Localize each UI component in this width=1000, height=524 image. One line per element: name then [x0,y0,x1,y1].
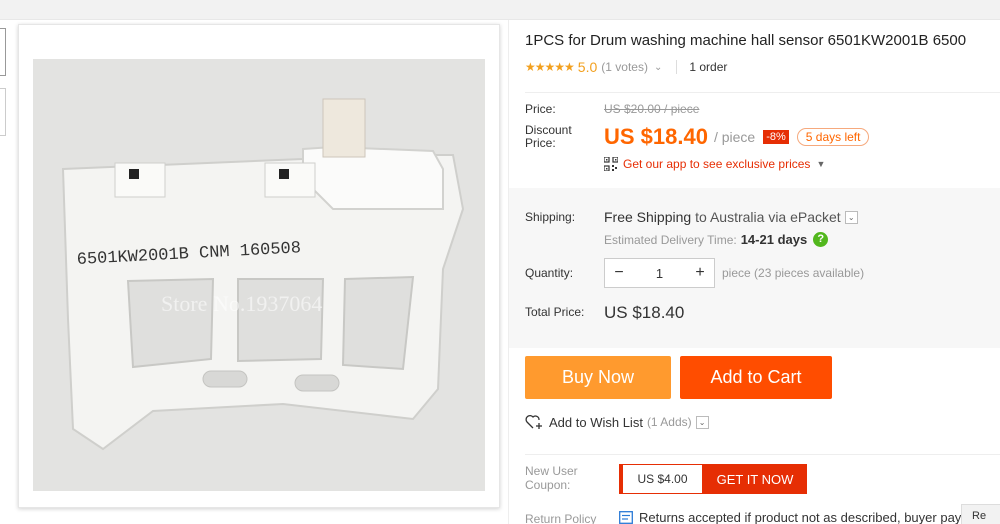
wish-list-link[interactable]: Add to Wish List (1 Adds) ⌄ [525,414,709,430]
get-coupon-button[interactable]: GET IT NOW [703,464,807,494]
qr-code-icon [604,157,618,171]
quantity-label: Quantity: [525,266,574,280]
free-shipping-text: Free Shipping [604,209,692,225]
rating-value: 5.0 [577,59,598,75]
discount-price-label: Discount Price: [525,124,572,150]
add-to-cart-button[interactable]: Add to Cart [680,356,832,399]
divider [676,60,678,74]
availability-text: piece (23 pieces available) [722,266,865,280]
quantity-input[interactable]: 1 [633,266,686,281]
store-watermark: Store No.1937064 [161,291,322,316]
wish-list-text[interactable]: Add to Wish List [549,415,643,430]
price-label: Price: [525,102,556,116]
side-tab[interactable]: Re [961,504,1000,524]
help-icon[interactable]: ? [813,232,829,247]
return-policy: Returns accepted if product not as descr… [619,510,968,524]
rating-stars: ★★★★★ [525,60,575,74]
votes-count[interactable]: (1 votes) [601,60,648,74]
delivery-days: 14-21 days [740,232,808,247]
product-gallery[interactable]: 6501KW2001B CNM 160508 Store No.1937064 [18,24,500,508]
divider [525,454,1000,455]
new-user-coupon[interactable]: US $4.00 GET IT NOW [619,464,807,494]
return-policy-text: Returns accepted if product not as descr… [639,510,968,524]
coupon-label: New User Coupon: [525,464,578,492]
product-photo[interactable]: 6501KW2001B CNM 160508 Store No.1937064 [33,59,485,491]
product-info-panel: 1PCS for Drum washing machine hall senso… [508,20,1000,524]
thumbnail-1[interactable] [0,28,6,76]
original-price: US $20.00 / piece [604,102,700,116]
discount-price-row: US $18.40 / piece -8% 5 days left [604,124,870,150]
thumbnail-2[interactable] [0,88,6,136]
quantity-stepper[interactable]: − 1 + [604,258,715,288]
return-policy-label: Return Policy [525,512,597,524]
return-policy-icon [619,511,633,524]
caret-down-icon[interactable]: ▼ [816,159,825,169]
per-piece-unit: / piece [713,129,756,145]
discount-price: US $18.40 [604,124,708,149]
chevron-down-icon[interactable]: ⌄ [844,210,858,224]
app-promo-text[interactable]: Get our app to see exclusive prices [623,157,810,171]
divider [525,92,1000,93]
hall-sensor-image: 6501KW2001B CNM 160508 Store No.1937064 [33,59,485,491]
product-title: 1PCS for Drum washing machine hall senso… [525,32,967,49]
total-price: US $18.40 [604,303,685,322]
delivery-label: Estimated Delivery Time: [604,232,737,247]
chevron-down-icon[interactable]: ⌄ [654,62,662,73]
wish-count: (1 Adds) [646,415,692,429]
shipping-destination: to Australia via ePacket [695,209,841,225]
app-promo-link[interactable]: Get our app to see exclusive prices ▼ [604,157,825,171]
days-left-badge: 5 days left [796,128,870,146]
discount-price-label-text: Discount Price: [525,123,572,150]
orders-count: 1 order [689,60,728,74]
rating-row: ★★★★★ 5.0 (1 votes) ⌄ 1 order [525,58,727,76]
shipping-label: Shipping: [525,210,576,224]
shipping-option[interactable]: Free Shipping to Australia via ePacket ⌄ [604,209,858,225]
buy-now-button[interactable]: Buy Now [525,356,671,399]
estimated-delivery: Estimated Delivery Time: 14-21 days ? [604,232,829,247]
heart-plus-icon [525,414,542,429]
discount-badge: -8% [763,130,789,144]
increase-button[interactable]: + [686,264,714,282]
top-bar [0,0,1000,20]
total-price-label: Total Price: [525,305,585,319]
chevron-down-icon[interactable]: ⌄ [695,415,709,429]
decrease-button[interactable]: − [605,264,633,282]
coupon-label-text: New User Coupon: [525,464,578,492]
coupon-amount: US $4.00 [619,464,703,494]
